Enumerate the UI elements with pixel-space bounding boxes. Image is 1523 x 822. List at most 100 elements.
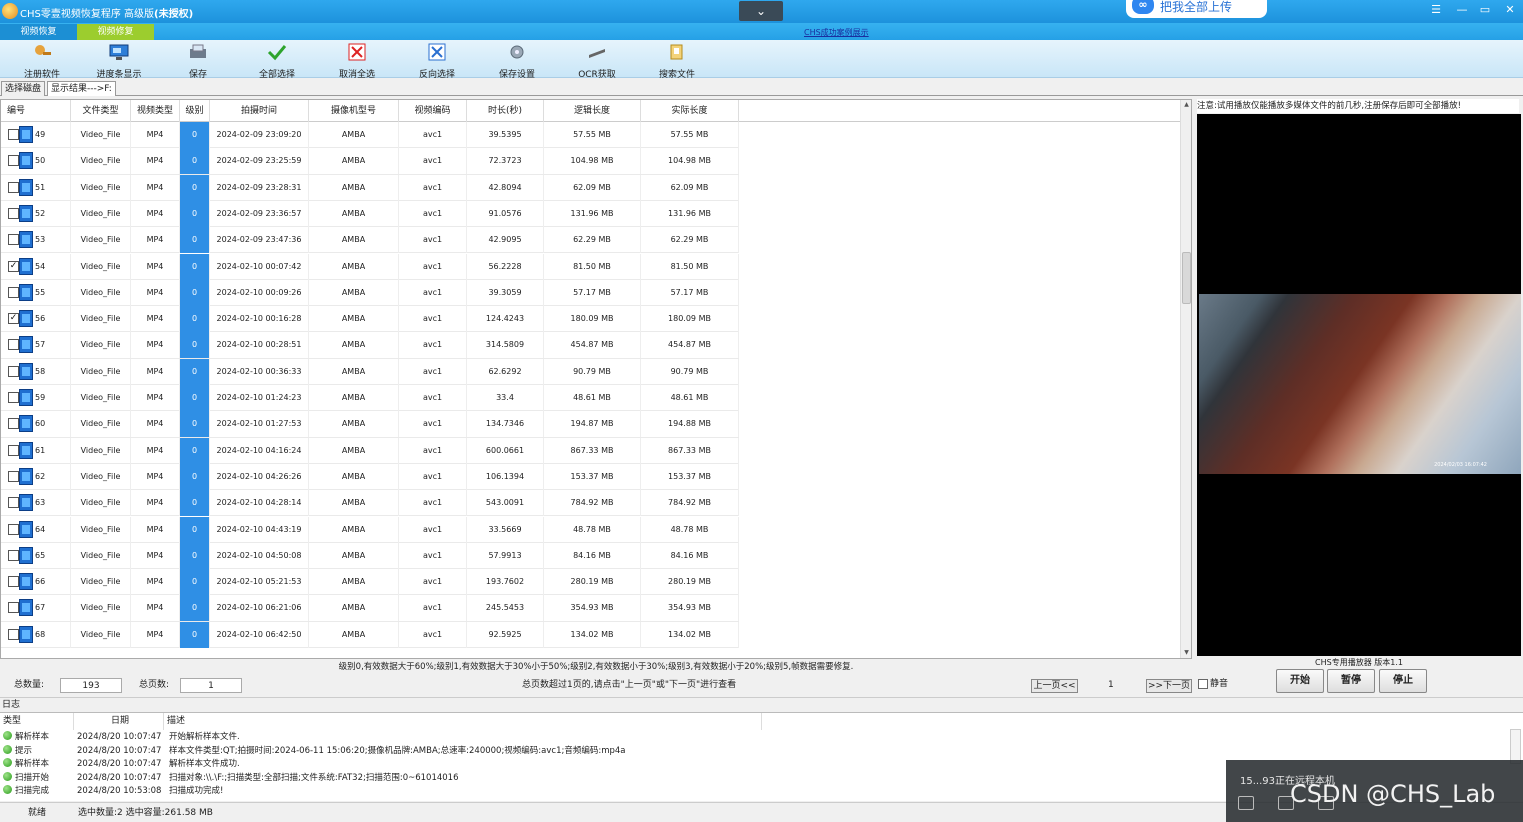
mute-checkbox-box[interactable] — [1198, 678, 1208, 689]
register-button[interactable]: 注册软件 — [3, 43, 81, 80]
table-row[interactable]: 62 Video_File MP4 0 2024-02-10 04:26:26 AMBA a… — [1, 463, 739, 491]
row-checkbox[interactable] — [8, 497, 19, 509]
collapse-ribbon-button[interactable]: ⌄ — [739, 1, 783, 21]
table-row[interactable]: 52 Video_File MP4 0 2024-02-09 23:36:57 AMBA a… — [1, 200, 739, 228]
scroll-down-icon[interactable]: ▼ — [1181, 648, 1191, 658]
log-row[interactable]: 解析样本 2024/8/20 10:07:47 开始解析样本文件. — [0, 731, 760, 745]
table-row[interactable]: 53 Video_File MP4 0 2024-02-09 23:47:36 AMBA a… — [1, 227, 739, 254]
table-row[interactable]: 55 Video_File MP4 0 2024-02-10 00:09:26 AMBA a… — [1, 279, 739, 307]
row-checkbox[interactable]: ✓ — [8, 313, 19, 325]
menu-icon[interactable]: ☰ — [1424, 0, 1448, 22]
table-row[interactable]: 63 Video_File MP4 0 2024-02-10 04:28:14 AMBA a… — [1, 490, 739, 517]
table-row[interactable]: 61 Video_File MP4 0 2024-02-10 04:16:24 AMBA a… — [1, 437, 739, 464]
restore-button[interactable]: ▭ — [1473, 0, 1497, 22]
mute-checkbox[interactable]: 静音 — [1198, 676, 1228, 689]
table-row[interactable]: 59 Video_File MP4 0 2024-02-10 01:24:23 AMBA a… — [1, 385, 739, 412]
log-col-type[interactable]: 类型 — [0, 713, 74, 730]
row-checkbox[interactable] — [8, 444, 19, 456]
table-row[interactable]: 58 Video_File MP4 0 2024-02-10 00:36:33 AMBA a… — [1, 358, 739, 385]
play-button[interactable]: 开始 — [1276, 669, 1324, 693]
row-checkbox[interactable] — [8, 523, 19, 535]
log-row[interactable]: 扫描开始 2024/8/20 10:07:47 扫描对象:\\.\F:;扫描类型:全… — [0, 771, 760, 786]
col-file-type[interactable]: 文件类型 — [71, 100, 131, 122]
col-duration[interactable]: 时长(秒) — [467, 100, 544, 122]
invert-selection-button[interactable]: 反向选择 — [398, 43, 476, 80]
cell-codec: avc1 — [399, 148, 467, 175]
stop-button[interactable]: 停止 — [1379, 669, 1427, 693]
pause-button[interactable]: 暂停 — [1327, 669, 1375, 693]
tab-video-recovery[interactable]: 视频恢复 — [0, 24, 77, 40]
col-shoot-time[interactable]: 拍摄时间 — [210, 100, 309, 122]
row-checkbox[interactable] — [8, 602, 19, 614]
save-button[interactable]: 保存 — [159, 43, 237, 80]
cell-level: 0 — [180, 122, 210, 148]
col-video-type[interactable]: 视频类型 — [131, 100, 180, 122]
col-codec[interactable]: 视频编码 — [399, 100, 467, 122]
row-checkbox[interactable] — [8, 129, 19, 140]
table-row[interactable]: 57 Video_File MP4 0 2024-02-10 00:28:51 AMBA a… — [1, 332, 739, 359]
log-col-date[interactable]: 日期 — [74, 713, 164, 730]
col-actual-size[interactable]: 实际长度 — [641, 100, 739, 122]
next-page-button[interactable]: >>下一页 — [1146, 679, 1192, 693]
success-cases-link[interactable]: CHS成功案例展示 — [804, 27, 869, 38]
scroll-thumb[interactable] — [1182, 252, 1191, 304]
col-id[interactable]: 编号 — [1, 100, 71, 122]
table-row[interactable]: ✓ 56 Video_File MP4 0 2024-02-10 00:16:28 AMBA… — [1, 306, 739, 333]
row-checkbox[interactable] — [8, 155, 19, 167]
row-checkbox[interactable]: ✓ — [8, 260, 19, 272]
log-row[interactable]: 扫描完成 2024/8/20 10:53:08 扫描成功完成! — [0, 785, 760, 799]
row-checkbox[interactable] — [8, 628, 19, 640]
prev-page-button[interactable]: 上一页<< — [1031, 679, 1078, 693]
table-row[interactable]: 64 Video_File MP4 0 2024-02-10 04:43:19 AMBA a… — [1, 516, 739, 543]
table-row[interactable]: 65 Video_File MP4 0 2024-02-10 04:50:08 AMBA a… — [1, 542, 739, 570]
row-checkbox[interactable] — [8, 576, 19, 588]
cloud-upload-button[interactable]: ∞ 把我全部上传 — [1126, 0, 1267, 18]
row-checkbox[interactable] — [8, 418, 19, 430]
cell-duration: 91.0576 — [467, 200, 544, 227]
row-checkbox[interactable] — [8, 181, 19, 193]
row-checkbox[interactable] — [8, 470, 19, 482]
table-scrollbar[interactable]: ▲ ▼ — [1180, 100, 1191, 658]
chat-icon[interactable] — [1238, 796, 1254, 810]
current-page[interactable]: 1 — [1108, 678, 1114, 693]
col-logical-size[interactable]: 逻辑长度 — [544, 100, 641, 122]
table-row[interactable]: 50 Video_File MP4 0 2024-02-09 23:25:59 AMBA a… — [1, 148, 739, 175]
log-scrollbar[interactable] — [1510, 729, 1521, 764]
tab-select-disk[interactable]: 选择磁盘 — [1, 81, 46, 96]
pages-label: 总页数: — [139, 680, 170, 690]
minimize-button[interactable]: — — [1450, 0, 1474, 22]
save-settings-button[interactable]: 保存设置 — [478, 43, 556, 80]
table-row[interactable]: 68 Video_File MP4 0 2024-02-10 06:42:50 AMBA a… — [1, 621, 739, 648]
table-row[interactable]: ✓ 54 Video_File MP4 0 2024-02-10 00:07:42 AMBA… — [1, 253, 739, 280]
deselect-all-button[interactable]: 取消全选 — [318, 43, 396, 80]
cell-actual-size: 784.92 MB — [641, 490, 739, 517]
progress-display-button[interactable]: 进度条显示 — [80, 43, 158, 80]
table-row[interactable]: 51 Video_File MP4 0 2024-02-09 23:28:31 AMBA a… — [1, 174, 739, 201]
col-level[interactable]: 级别 — [180, 100, 210, 122]
row-checkbox[interactable] — [8, 207, 19, 219]
table-row[interactable]: 60 Video_File MP4 0 2024-02-10 01:27:53 AMBA a… — [1, 411, 739, 438]
close-button[interactable]: ✕ — [1498, 0, 1522, 22]
table-row[interactable]: 49 Video_File MP4 0 2024-02-09 23:09:20 AMBA a… — [1, 122, 739, 149]
log-row[interactable]: 解析样本 2024/8/20 10:07:47 解析样本文件成功. — [0, 758, 760, 772]
table-row[interactable]: 66 Video_File MP4 0 2024-02-10 05:21:53 AMBA a… — [1, 569, 739, 596]
log-col-desc[interactable]: 描述 — [164, 713, 762, 730]
table-row[interactable]: 67 Video_File MP4 0 2024-02-10 06:21:06 AMBA a… — [1, 595, 739, 622]
row-checkbox[interactable] — [8, 339, 19, 351]
cell-id: 61 — [1, 437, 71, 464]
col-camera-model[interactable]: 摄像机型号 — [309, 100, 399, 122]
search-file-button[interactable]: 搜索文件 — [638, 43, 716, 80]
tab-results[interactable]: 显示结果--->F: — [47, 81, 116, 96]
log-row[interactable]: 提示 2024/8/20 10:07:47 样本文件类型:QT;拍摄时间:2024-… — [0, 744, 760, 759]
row-checkbox[interactable] — [8, 286, 19, 298]
select-all-button[interactable]: 全部选择 — [238, 43, 316, 80]
row-checkbox[interactable] — [8, 392, 19, 403]
row-checkbox[interactable] — [8, 549, 19, 561]
tab-video-repair[interactable]: 视频修复 — [77, 24, 154, 40]
ocr-button[interactable]: OCR获取 — [558, 43, 636, 80]
scroll-up-icon[interactable]: ▲ — [1181, 100, 1191, 110]
cell-video-type: MP4 — [131, 516, 180, 543]
row-checkbox[interactable] — [8, 234, 19, 246]
video-preview[interactable]: 2024/02/03 16:07:42 — [1197, 114, 1521, 656]
row-checkbox[interactable] — [8, 365, 19, 377]
